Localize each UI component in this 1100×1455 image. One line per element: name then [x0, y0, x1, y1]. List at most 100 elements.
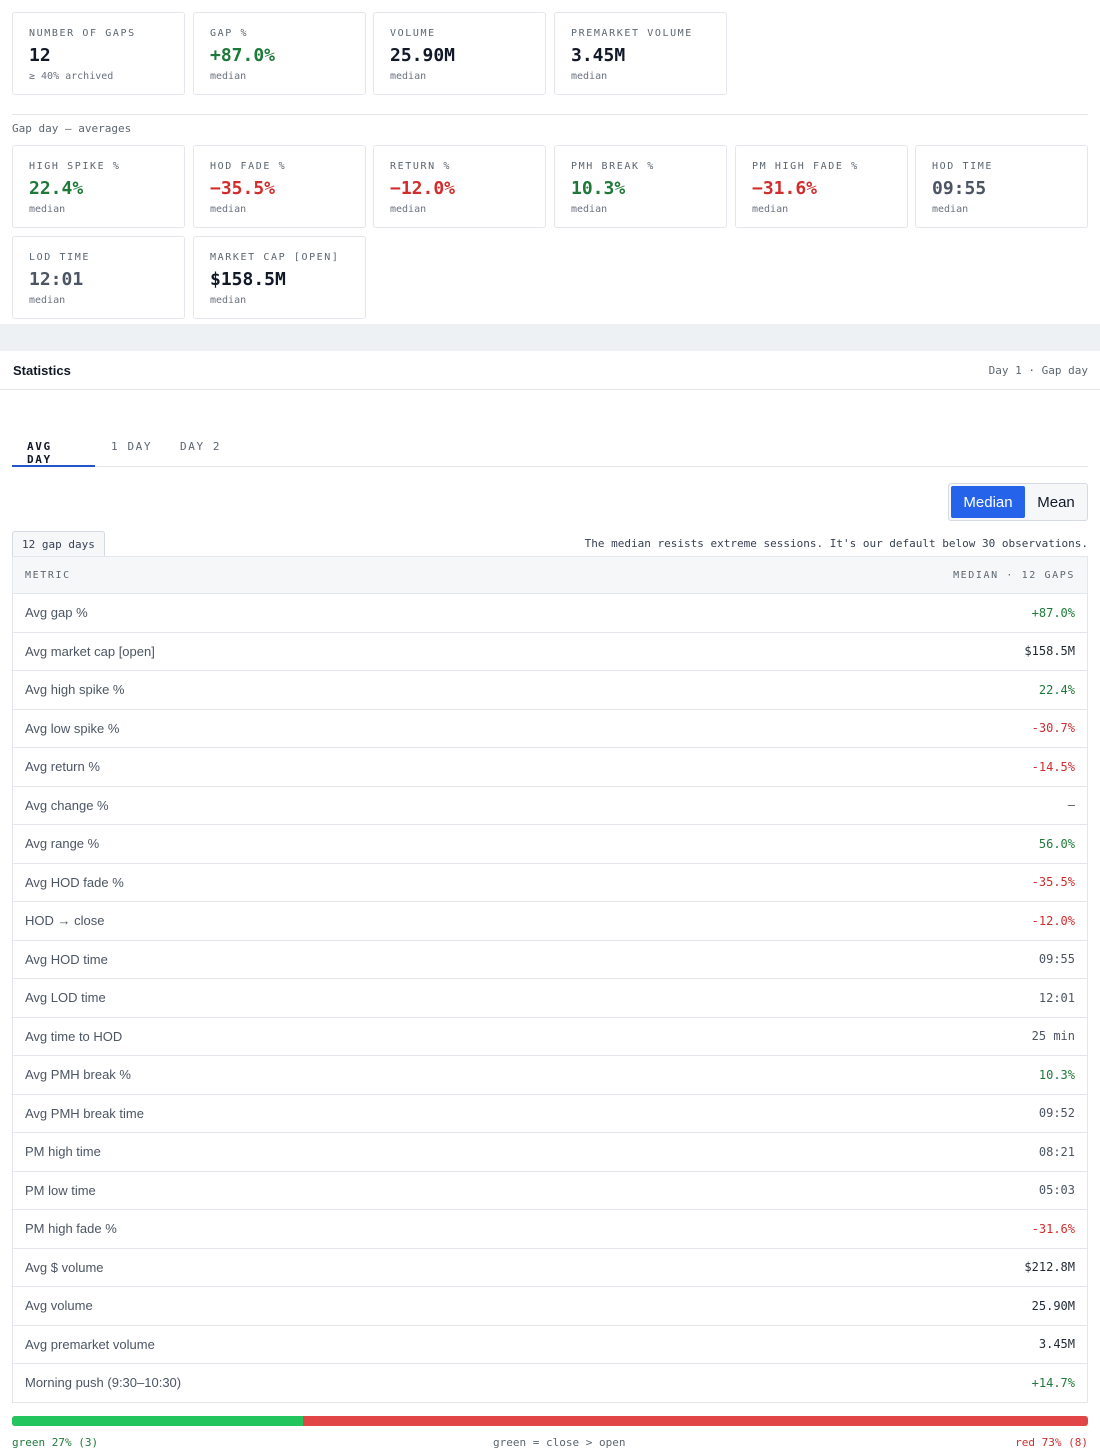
table-row: Avg premarket volume 3.45M: [12, 1325, 1088, 1364]
metric-value: -14.5%: [610, 747, 1088, 787]
stat-card-label: RETURN %: [390, 161, 451, 172]
metric-value: -31.6%: [610, 1209, 1088, 1249]
metric-name: PM high fade %: [12, 1209, 611, 1249]
table-row: HOD → close -12.0%: [12, 901, 1088, 941]
stat-card-value: +87.0%: [210, 45, 276, 66]
statistics-header: Statistics Day 1 · Gap day: [0, 351, 1100, 390]
metric-value: -30.7%: [610, 709, 1088, 748]
table-row: Avg $ volume $212.8M: [12, 1248, 1088, 1287]
metric-value: 25.90M: [610, 1286, 1088, 1326]
metric-value: 22.4%: [610, 670, 1088, 710]
statistics-title: Statistics: [13, 363, 71, 378]
stat-card-label: NUMBER OF GAPS: [29, 28, 136, 39]
stat-card: HOD FADE % −35.5% median: [193, 145, 366, 228]
metric-name: Avg LOD time: [12, 978, 611, 1018]
stat-card: PMH BREAK % 10.3% median: [554, 145, 727, 228]
metric-value: 56.0%: [610, 824, 1088, 864]
section-band: [0, 324, 1100, 351]
stat-card-label: HOD TIME: [932, 161, 993, 172]
metric-name: Avg market cap [open]: [12, 632, 611, 671]
table-row: Avg return % -14.5%: [12, 747, 1088, 787]
stat-card: GAP % +87.0% median: [193, 12, 366, 95]
stat-card-sub: median: [29, 295, 66, 306]
table-row: Avg HOD fade % -35.5%: [12, 863, 1088, 902]
green-red-bar: [12, 1416, 1088, 1426]
table-row: Avg range % 56.0%: [12, 824, 1088, 864]
median-note: The median resists extreme sessions. It'…: [584, 537, 1088, 550]
metric-value: —: [610, 786, 1088, 825]
table-row: Avg market cap [open] $158.5M: [12, 632, 1088, 671]
metric-name: Avg gap %: [12, 593, 611, 633]
stat-card-label: HOD FADE %: [210, 161, 287, 172]
metric-value: 09:55: [610, 940, 1088, 979]
table-row: PM high time 08:21: [12, 1132, 1088, 1172]
metric-name: Avg low spike %: [12, 709, 611, 748]
tab-1-day[interactable]: 1 DAY: [96, 428, 167, 467]
metric-value: 25 min: [610, 1017, 1088, 1056]
metric-name: Avg change %: [12, 786, 611, 825]
tab-day-2[interactable]: DAY 2: [165, 428, 236, 467]
stat-card-label: VOLUME: [390, 28, 436, 39]
metric-name: Avg HOD time: [12, 940, 611, 979]
stat-card-sub: median: [390, 71, 427, 82]
stat-card: MARKET CAP [OPEN] $158.5M median: [193, 236, 366, 319]
metric-value: 05:03: [610, 1171, 1088, 1210]
stat-card: PREMARKET VOLUME 3.45M median: [554, 12, 727, 95]
table-row: Avg time to HOD 25 min: [12, 1017, 1088, 1056]
green-definition: green = close > open: [493, 1436, 626, 1449]
stat-card-sub: median: [932, 204, 969, 215]
table-row: PM high fade % -31.6%: [12, 1209, 1088, 1249]
stat-card-label: HIGH SPIKE %: [29, 161, 121, 172]
table-row: Avg high spike % 22.4%: [12, 670, 1088, 710]
median-mean-toggle: Median Mean: [948, 483, 1088, 521]
mean-button[interactable]: Mean: [1027, 486, 1085, 518]
metric-value: -35.5%: [610, 863, 1088, 902]
stat-card-value: 09:55: [932, 178, 987, 199]
stat-card-sub: median: [571, 204, 608, 215]
table-row: Avg volume 25.90M: [12, 1286, 1088, 1326]
table-row: Avg gap % +87.0%: [12, 593, 1088, 633]
metric-value: 10.3%: [610, 1055, 1088, 1095]
table-row: Avg PMH break % 10.3%: [12, 1055, 1088, 1095]
metric-name: Morning push (9:30–10:30): [12, 1363, 611, 1403]
metric-name: Avg PMH break time: [12, 1094, 611, 1133]
stat-card: VOLUME 25.90M median: [373, 12, 546, 95]
metric-value: 08:21: [610, 1132, 1088, 1172]
metric-value: 3.45M: [610, 1325, 1088, 1364]
metric-value: 12:01: [610, 978, 1088, 1018]
metric-name: Avg volume: [12, 1286, 611, 1326]
tab-avg-day[interactable]: AVG DAY: [12, 428, 95, 467]
table-header-row: METRIC MEDIAN · 12 GAPS: [12, 556, 1088, 594]
stat-card: PM HIGH FADE % −31.6% median: [735, 145, 908, 228]
stat-card-label: GAP %: [210, 28, 249, 39]
stat-card-sub: ≥ 40% archived: [29, 71, 114, 82]
table-row: Avg PMH break time 09:52: [12, 1094, 1088, 1133]
stat-card-sub: median: [29, 204, 66, 215]
metric-name: Avg $ volume: [12, 1248, 611, 1287]
stat-card-value: 10.3%: [571, 178, 626, 199]
stat-card-sub: median: [210, 295, 247, 306]
metric-name: Avg HOD fade %: [12, 863, 611, 902]
metric-name: Avg PMH break %: [12, 1055, 611, 1095]
metric-name: Avg premarket volume: [12, 1325, 611, 1364]
stat-card-sub: median: [752, 204, 789, 215]
stat-card-label: PMH BREAK %: [571, 161, 655, 172]
gap-day-caption: Gap day — averages: [12, 122, 132, 135]
stat-card-label: MARKET CAP [OPEN]: [210, 252, 340, 263]
metric-name: PM low time: [12, 1171, 611, 1210]
median-button[interactable]: Median: [951, 486, 1025, 518]
metric-value: $212.8M: [610, 1248, 1088, 1287]
metric-name: PM high time: [12, 1132, 611, 1172]
green-legend: green 27% (3): [12, 1436, 99, 1449]
stat-card-value: 3.45M: [571, 45, 626, 66]
table-row: Avg low spike % -30.7%: [12, 709, 1088, 748]
metric-value: +87.0%: [610, 593, 1088, 633]
metric-name: Avg return %: [12, 747, 611, 787]
stat-card-sub: median: [571, 71, 608, 82]
stat-card-value: 12:01: [29, 269, 84, 290]
stat-card-sub: median: [210, 204, 247, 215]
stat-card: LOD TIME 12:01 median: [12, 236, 185, 319]
gap-days-badge: 12 gap days: [12, 531, 105, 556]
metric-value: -12.0%: [610, 901, 1088, 941]
stat-card-sub: median: [390, 204, 427, 215]
